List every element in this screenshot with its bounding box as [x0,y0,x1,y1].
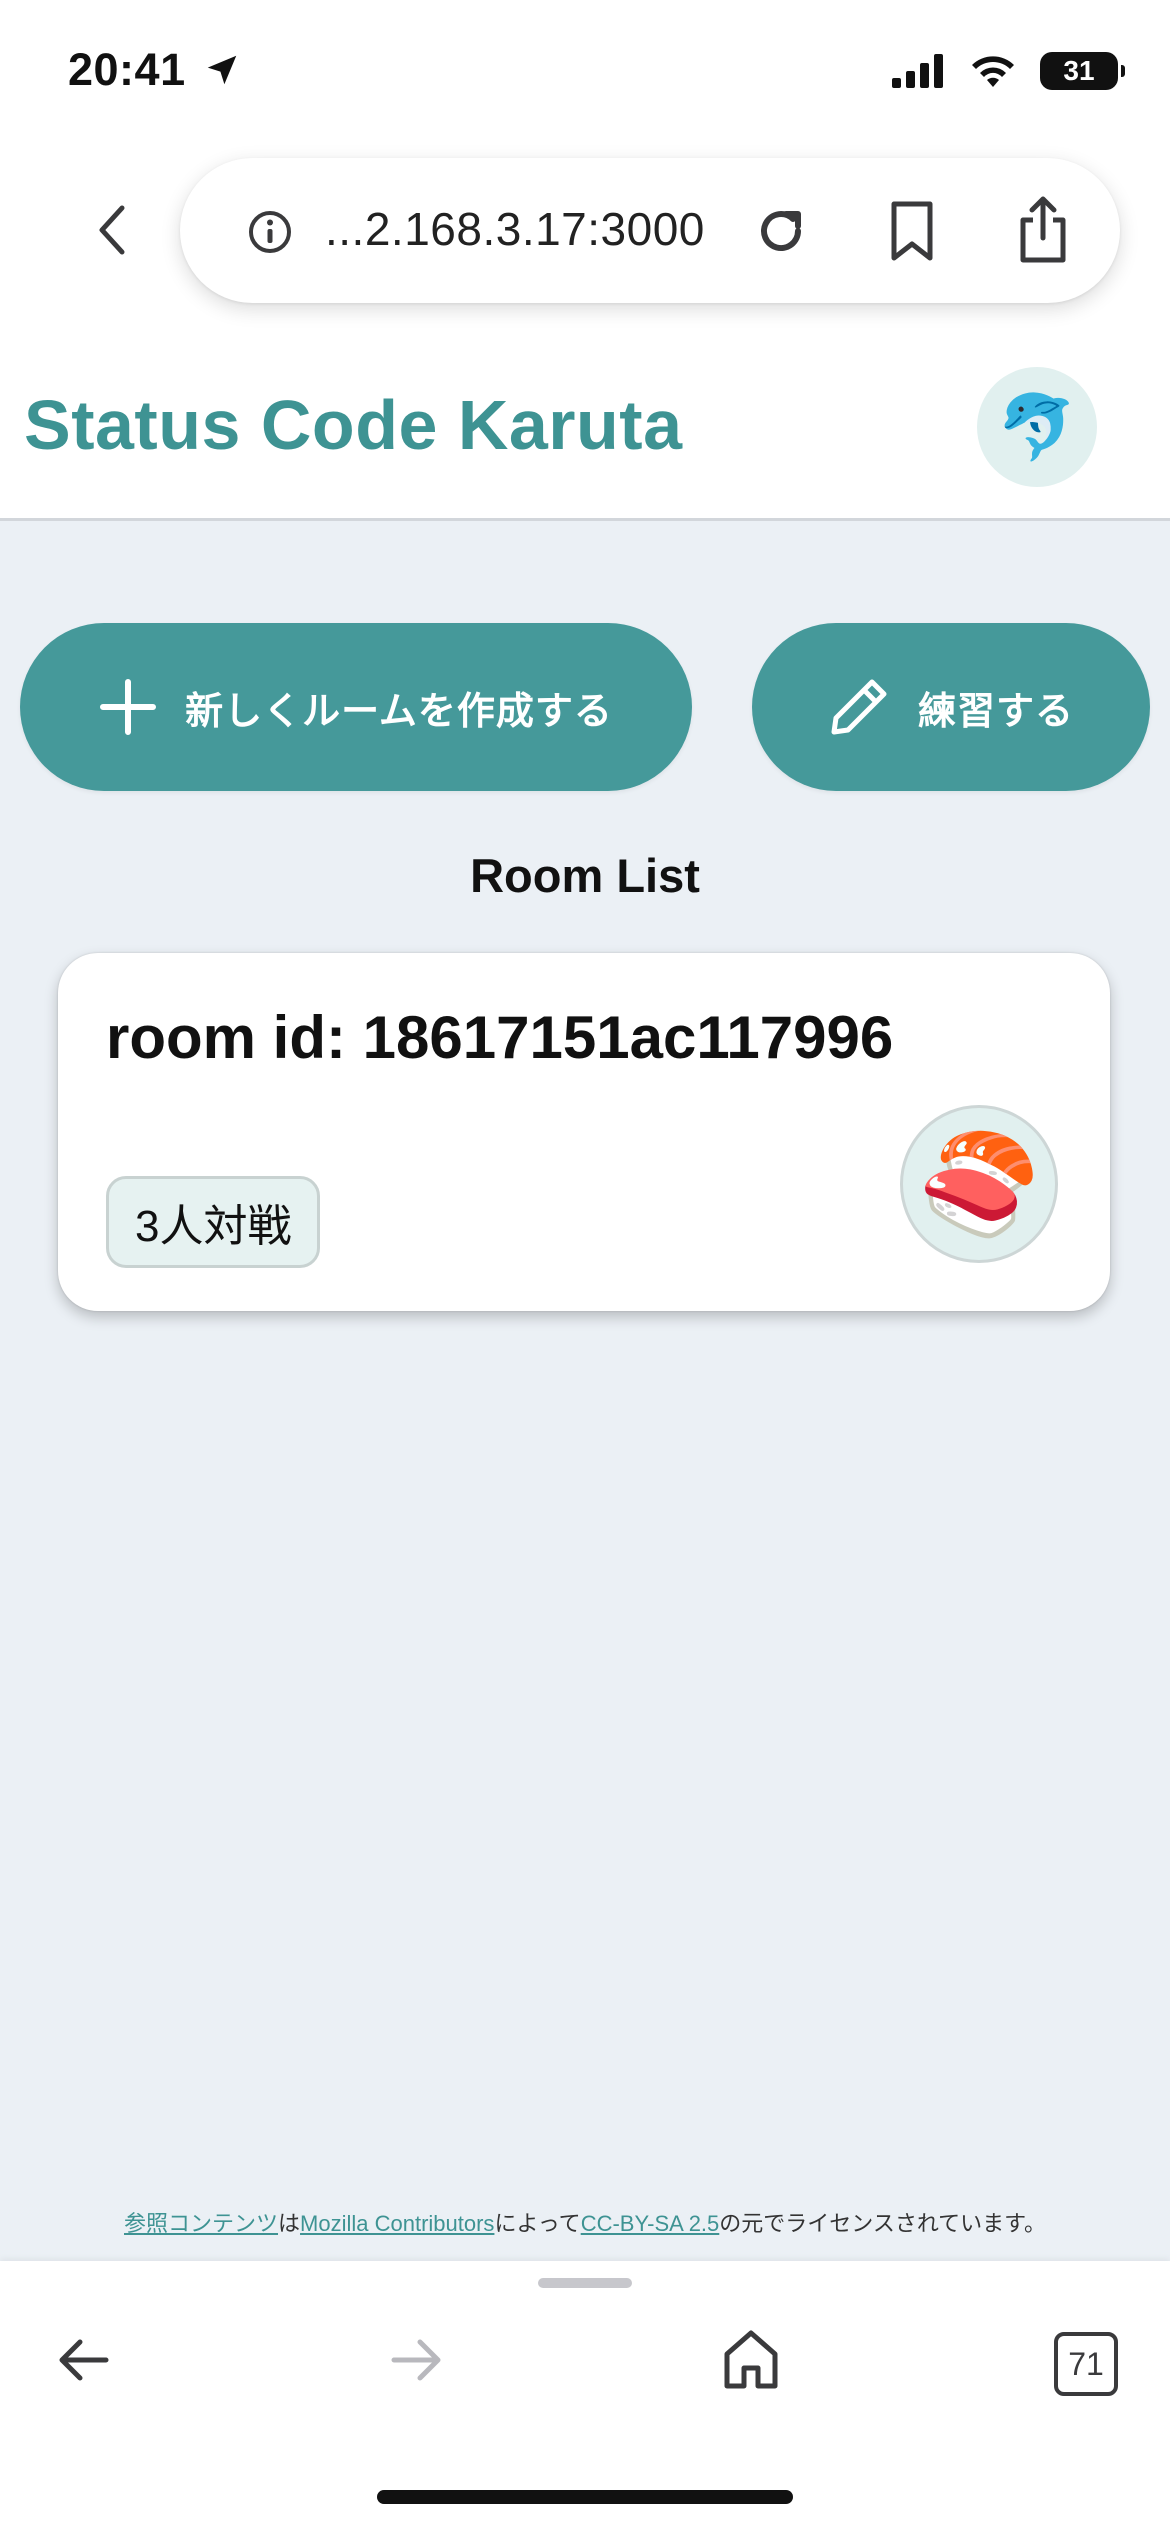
room-list-title: Room List [470,849,700,902]
wifi-icon [972,56,1014,87]
app-title[interactable]: Status Code Karuta [24,385,683,465]
toolbar-grabber[interactable] [538,2278,632,2288]
bookmark-button[interactable] [886,200,938,264]
home-button[interactable] [722,2328,780,2390]
url-text[interactable]: ...2.168.3.17:3000 [325,202,705,256]
pencil-icon [831,679,887,735]
bookmark-icon [891,201,933,261]
license-link[interactable]: CC-BY-SA 2.5 [581,2211,720,2236]
share-icon [1020,196,1066,263]
status-time-text: 20:41 [68,44,186,95]
info-icon [249,211,291,253]
battery-level: 31 [1063,55,1095,86]
reload-button[interactable] [750,200,812,262]
footer-text-1: は [278,2211,301,2236]
practice-button[interactable]: 練習する [752,623,1150,791]
home-indicator[interactable] [377,2490,793,2504]
battery-indicator: 31 [1040,52,1125,90]
user-avatar[interactable]: 🐬 [977,367,1097,487]
create-room-button[interactable]: 新しくルームを作成する [20,623,692,791]
home-icon [724,2330,778,2389]
tabs-button[interactable]: 71 [1054,2332,1118,2396]
chevron-left-icon [99,205,125,255]
status-icons: 31 [892,52,1125,90]
tab-count-label: 71 [1068,2345,1104,2382]
cellular-signal-icon [892,54,943,88]
footer-text-2: によって [494,2211,581,2236]
create-room-label: 新しくルームを作成する [185,690,613,733]
practice-label: 練習する [917,690,1074,733]
sushi-icon: 🍣 [917,1129,1041,1239]
browser-back-button[interactable] [88,200,136,260]
room-mode-badge: 3人対戦 [106,1176,321,1268]
room-id: room id: 18617151ac117996 [106,1004,894,1071]
plus-icon [100,679,157,735]
reference-content-link[interactable]: 参照コンテンツ [124,2211,278,2236]
share-button[interactable] [1015,196,1071,264]
dolphin-icon: 🐬 [997,391,1077,463]
room-host-avatar: 🍣 [900,1105,1058,1263]
status-time: 20:41 [68,44,241,96]
location-arrow-icon [207,55,236,85]
room-card[interactable]: room id: 18617151ac117996 3人対戦 🍣 [58,953,1110,1311]
footer-text-3: の元でライセンスされています。 [719,2211,1046,2236]
room-mode-label: 3人対戦 [135,1202,292,1251]
reload-icon [761,211,801,252]
nav-forward-button[interactable] [388,2332,444,2388]
mozilla-contributors-link[interactable]: Mozilla Contributors [300,2211,494,2236]
site-info-button[interactable] [246,208,294,256]
arrow-right-icon [391,2339,441,2381]
arrow-left-icon [59,2339,109,2381]
nav-back-button[interactable] [56,2332,112,2388]
footer-credit: 参照コンテンツはMozilla ContributorsによってCC-BY-SA… [0,2206,1170,2238]
